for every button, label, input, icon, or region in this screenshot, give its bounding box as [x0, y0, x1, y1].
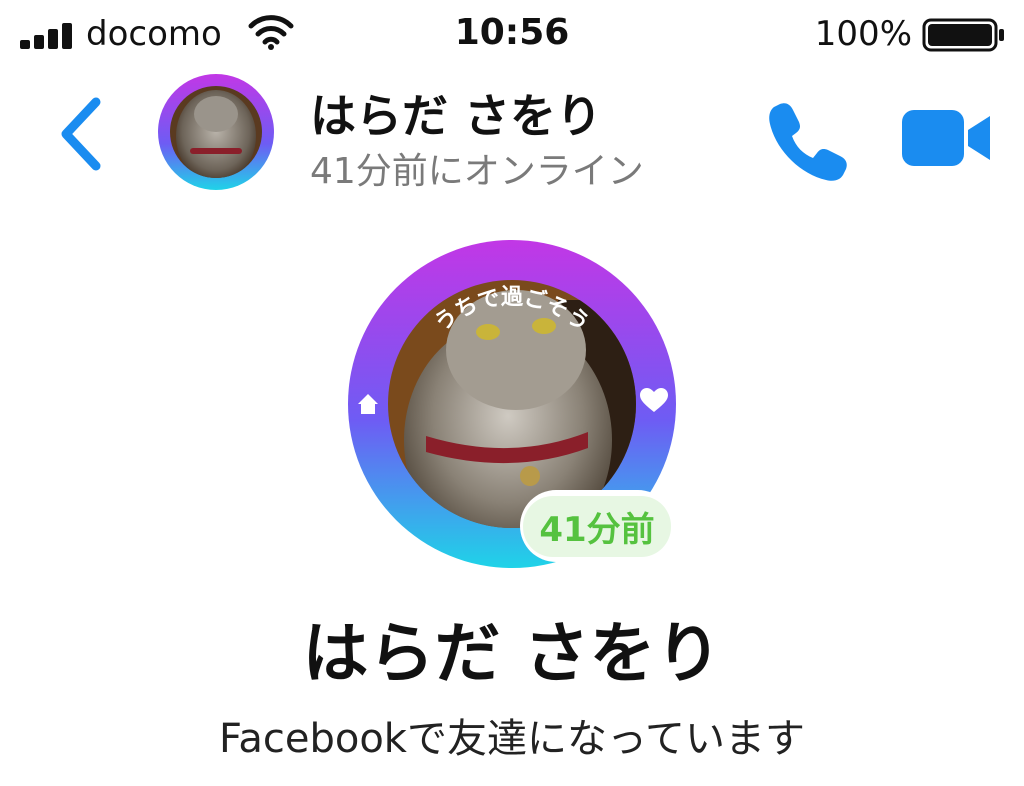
active-time-badge: 41分前: [520, 490, 674, 562]
header-contact-name[interactable]: はらだ さをり: [310, 80, 602, 146]
chevron-left-icon: [61, 97, 101, 171]
battery-percent: 100%: [814, 14, 912, 54]
active-time-label: 41分前: [523, 495, 671, 557]
profile-name: はらだ さをり: [302, 615, 722, 692]
status-bar: docomo 10:56 100%: [0, 0, 1024, 70]
profile-friend-status: Facebookで友達になっています: [219, 716, 805, 762]
video-camera-icon: [902, 110, 990, 166]
header-online-status: 41分前にオンライン: [310, 151, 644, 192]
battery-icon: [922, 18, 1004, 52]
phone-icon: [769, 103, 847, 181]
back-button[interactable]: [56, 96, 106, 172]
call-button[interactable]: [766, 98, 850, 182]
video-call-button[interactable]: [898, 102, 994, 174]
header-avatar[interactable]: [158, 74, 274, 190]
